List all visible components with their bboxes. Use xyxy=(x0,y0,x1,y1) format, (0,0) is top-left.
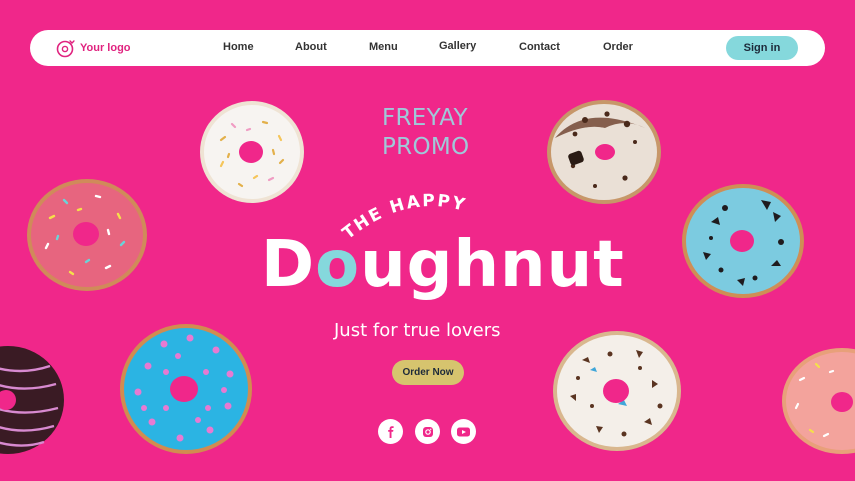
youtube-icon[interactable] xyxy=(451,419,476,444)
nav-contact[interactable]: Contact xyxy=(519,41,560,53)
sign-in-button[interactable]: Sign in xyxy=(726,36,798,60)
nav-home[interactable]: Home xyxy=(223,41,254,53)
pink-sprinkle-donut-image xyxy=(27,179,147,291)
white-chocolate-donut-image xyxy=(553,331,681,451)
promo-line-2: PROMO xyxy=(382,134,470,160)
nav-gallery[interactable]: Gallery xyxy=(439,40,476,52)
nav-order[interactable]: Order xyxy=(603,41,633,53)
headline: Doughnut xyxy=(261,228,625,302)
logo-text: Your logo xyxy=(80,42,131,54)
peach-sprinkle-donut-image xyxy=(782,348,855,454)
nav-menu[interactable]: Menu xyxy=(369,41,398,53)
cookie-cream-donut-image xyxy=(547,100,661,204)
nav-about[interactable]: About xyxy=(295,41,327,53)
tagline: Just for true lovers xyxy=(334,320,501,341)
headline-first: D xyxy=(261,228,316,302)
headline-rest: ughnut xyxy=(360,228,625,302)
chocolate-striped-donut-image xyxy=(0,346,64,454)
logo[interactable]: Your logo xyxy=(56,38,131,58)
white-sprinkle-donut-image xyxy=(200,101,304,203)
order-now-button[interactable]: Order Now xyxy=(392,360,464,385)
promo-title: FREYAY PROMO xyxy=(382,104,469,162)
navbar: Your logo Home About Menu Gallery Contac… xyxy=(30,30,825,66)
headline-o: o xyxy=(315,228,361,302)
facebook-icon[interactable] xyxy=(378,419,403,444)
blue-oreo-donut-image xyxy=(682,184,804,298)
donut-logo-icon xyxy=(56,40,75,58)
promo-line-1: FREYAY xyxy=(382,105,468,131)
instagram-icon[interactable] xyxy=(415,419,440,444)
blue-glazed-donut-image xyxy=(120,324,252,454)
